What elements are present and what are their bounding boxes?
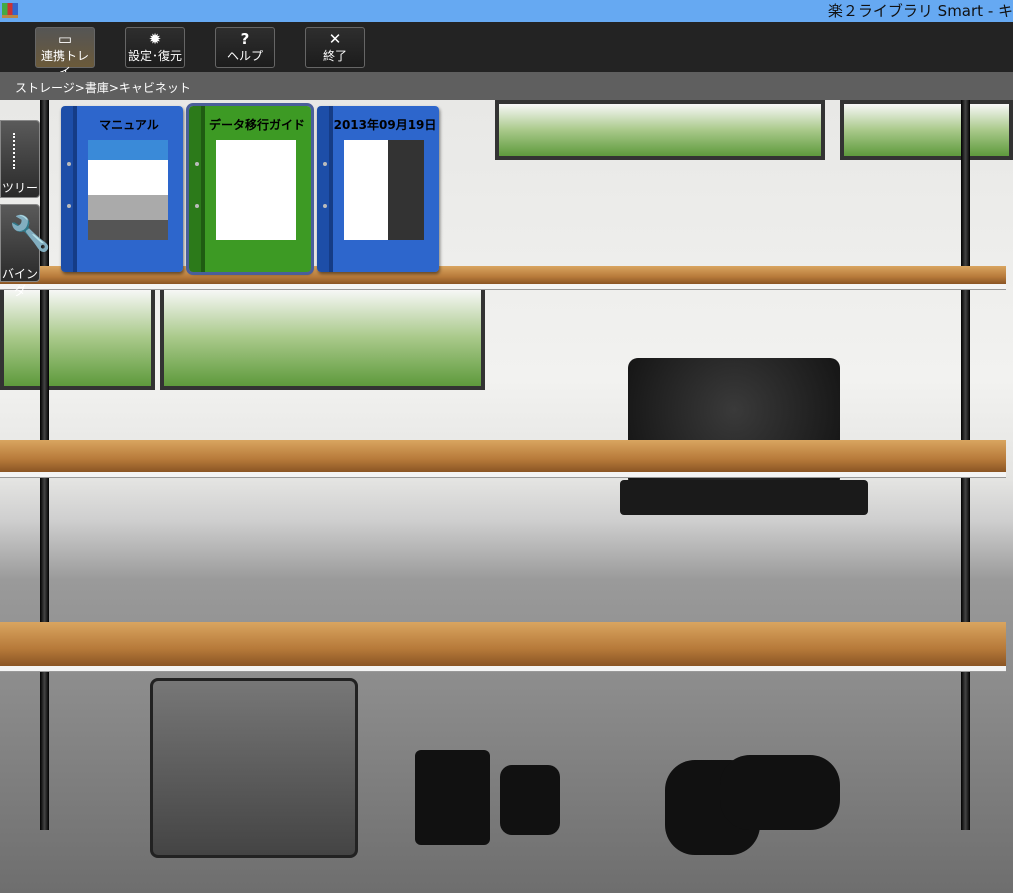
settings-label: 設定･復元 [127,49,182,63]
chair-seat [620,480,868,515]
tree-tab[interactable]: ツリー [0,120,40,198]
shelf-edge [0,284,1006,290]
folder-tree-icon [13,133,31,169]
gear-icon: ✹ [148,30,162,48]
shelf [0,622,1006,666]
binder-ring [67,162,71,166]
toolbar: ▭連携トレイ ✹設定･復元 ?ヘルプ ✕終了 [0,22,1013,79]
binder-tab[interactable]: 🔧 バインダ [0,204,51,298]
background-window [0,285,155,390]
background-window [160,285,485,390]
background-window [495,100,825,160]
exit-button[interactable]: ✕ 終了 [305,27,365,68]
binder-ring [67,204,71,208]
exit-label: 終了 [322,49,347,63]
breadcrumb[interactable]: ストレージ>書庫>キャビネット [0,72,1013,100]
camera-case [415,750,490,845]
binder-thumbnail [344,140,424,240]
binder-2013-09-19[interactable]: 2013年09月19日 [317,106,439,272]
shoe [720,755,840,830]
linked-tray-button[interactable]: ▭連携トレイ [35,27,95,79]
binder-title: データ移行ガイド [208,118,305,132]
binder-title: 2013年09月19日 [333,118,437,132]
tray-icon: ▭ [57,30,73,48]
briefcase [150,678,358,858]
binder-ring [195,162,199,166]
binder-title: マニュアル [99,118,159,132]
binder-thumbnail [88,140,168,240]
background-window [840,100,1013,160]
app-icon [2,3,18,18]
settings-restore-button[interactable]: ✹ 設定･復元 [125,27,185,68]
help-label: ヘルプ [226,49,263,63]
binder-data-migration-guide[interactable]: データ移行ガイド [186,103,314,275]
binder-ring [323,204,327,208]
binder-manual[interactable]: マニュアル [61,106,183,272]
window-title: 楽２ライブラリ Smart - キ [827,2,1013,20]
tree-tab-label: ツリー [1,181,38,195]
close-icon: ✕ [328,30,342,48]
camera [500,765,560,835]
shelf-edge [0,666,1006,672]
binder-ring [195,204,199,208]
wrench-icon: 🔧 [9,214,52,254]
title-bar: 楽２ライブラリ Smart - キ [0,0,1013,22]
help-button[interactable]: ? ヘルプ [215,27,275,68]
help-icon: ? [240,30,250,48]
cabinet-scene: ツリー 🔧 バインダ マニュアル データ移行ガイド 2013年09月19日 [0,100,1013,893]
binder-thumbnail [216,140,296,240]
binder-ring [323,162,327,166]
shelf-edge [0,472,1006,478]
shelf [0,440,1006,472]
